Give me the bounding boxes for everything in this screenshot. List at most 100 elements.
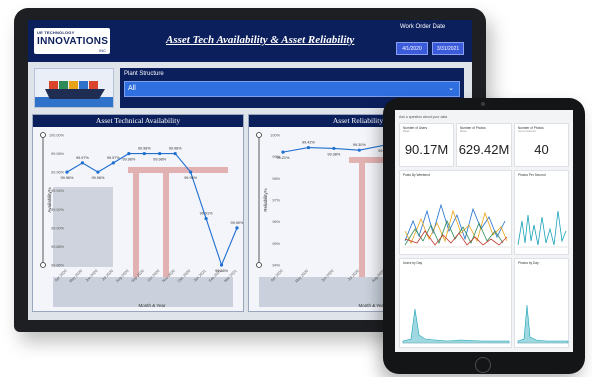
logo-wordmark: INNOVATIONS xyxy=(37,36,109,47)
work-order-date-label: Work Order Date xyxy=(400,24,446,30)
data-point xyxy=(96,170,100,174)
chart-title: Asset Technical Availability xyxy=(33,115,243,127)
y-tick-label: 97% xyxy=(272,199,280,203)
data-label: 99.98% xyxy=(122,158,136,162)
container-icon xyxy=(89,81,98,89)
data-label: 99.42% xyxy=(302,141,316,145)
data-label: 99.96% xyxy=(184,176,198,180)
y-tick-label: 99.92% xyxy=(51,208,65,212)
start-date-field[interactable]: 4/1/2020 xyxy=(396,42,428,55)
visual-title: Posts By Weekend xyxy=(403,173,430,177)
multi-line-chart-graphic xyxy=(403,203,511,248)
y-tick-label: 96% xyxy=(272,220,280,224)
range-slider-handle xyxy=(40,132,46,138)
qna-search-box[interactable]: Ask a question about your data xyxy=(399,113,569,121)
data-label: 99.98% xyxy=(153,158,167,162)
data-label: 99.90% xyxy=(231,221,244,225)
dashboard-title: Asset Tech Availability & Asset Reliabil… xyxy=(166,34,355,46)
y-tick-label: 99.98% xyxy=(51,152,65,156)
kpi-subtitle: Rows xyxy=(403,130,410,133)
device-mockup-stage: UE TECHNOLOGY INNOVATIONS INC Asset Tech… xyxy=(0,0,592,377)
visual-title: Photos Per Second xyxy=(518,173,546,177)
x-tick-label: May 2020 xyxy=(69,269,84,284)
x-tick-label: Jun 2020 xyxy=(321,269,335,283)
dropdown-value: All xyxy=(128,85,136,92)
x-tick-label: Nov 2020 xyxy=(162,269,176,283)
range-slider-handle xyxy=(256,132,262,138)
home-button[interactable] xyxy=(475,357,491,373)
y-tick-label: 94% xyxy=(272,264,280,268)
kpi-subtitle: Rows xyxy=(460,130,467,133)
x-axis-label: Month & Year xyxy=(138,303,166,308)
dashboard-header: UE TECHNOLOGY INNOVATIONS INC Asset Tech… xyxy=(28,20,472,62)
data-label: 99.98% xyxy=(169,147,183,151)
y-axis-label: Availability% xyxy=(47,187,52,212)
y-tick-label: 100.00% xyxy=(49,134,65,138)
x-tick-label: Sep 2020 xyxy=(131,269,145,283)
y-tick-label: 99.88% xyxy=(51,245,65,249)
x-tick-label: Dec 2020 xyxy=(177,269,191,283)
y-tick-label: 99.96% xyxy=(51,171,65,175)
y-tick-label: 99.94% xyxy=(51,189,65,193)
container-icon xyxy=(79,81,88,89)
area-chart-graphic xyxy=(402,308,511,344)
data-point xyxy=(142,151,146,156)
data-point xyxy=(281,150,285,154)
y-tick-label: 95% xyxy=(272,242,280,246)
company-logo: UE TECHNOLOGY INNOVATIONS INC xyxy=(34,28,110,54)
photos-per-second-visual[interactable]: Photos Per Second xyxy=(514,170,569,255)
end-date-field[interactable]: 3/31/2021 xyxy=(432,42,464,55)
kpi-value: 40 xyxy=(534,142,549,157)
data-label: 99.98% xyxy=(138,147,152,151)
data-label: 99.96% xyxy=(61,176,75,180)
x-tick-label: Jan 2021 xyxy=(193,269,207,283)
data-point xyxy=(173,151,177,156)
kpi-card-users[interactable]: Number of Users Rows 90.17M xyxy=(399,123,454,167)
area-chart-graphic xyxy=(517,304,569,344)
range-slider-handle xyxy=(256,262,262,268)
series-line xyxy=(66,153,238,267)
kpi-card-photos-live[interactable]: Number of Photos Live to Account 40 xyxy=(514,123,569,167)
ship-hull-shape xyxy=(45,89,105,99)
data-point xyxy=(219,263,224,267)
data-label: 99.91% xyxy=(200,212,214,216)
data-point xyxy=(306,145,311,150)
users-by-day-visual[interactable]: Users by Day xyxy=(399,258,512,348)
data-point xyxy=(332,146,336,151)
visual-title: Users by Day xyxy=(403,261,423,265)
data-label: 99.21% xyxy=(277,156,291,160)
data-point xyxy=(127,151,131,156)
tablet-frame: Ask a question about your data Number of… xyxy=(383,98,585,374)
container-icon xyxy=(69,81,78,89)
tablet-dashboard-screen: Ask a question about your data Number of… xyxy=(395,110,573,352)
y-axis-label: Reliability% xyxy=(263,188,268,211)
data-point xyxy=(357,148,361,152)
kpi-value: 90.17M xyxy=(404,142,449,157)
container-icon xyxy=(59,81,68,89)
x-tick-label: Oct 2020 xyxy=(147,269,161,283)
posts-by-weekend-visual[interactable]: Posts By Weekend xyxy=(399,170,512,255)
qna-placeholder: Ask a question about your data xyxy=(399,115,448,119)
data-point xyxy=(158,151,162,156)
x-tick-label: Aug 2020 xyxy=(115,269,129,283)
kpi-card-photos[interactable]: Number of Photos Rows 629.42M xyxy=(456,123,512,167)
x-tick-label: Apr 2020 xyxy=(270,269,284,283)
x-axis-label: Month & Year xyxy=(358,303,386,308)
data-label: 99.86% xyxy=(215,269,229,273)
visual-title: Photos by Day xyxy=(518,261,539,265)
plant-structure-dropdown[interactable]: All ⌄ xyxy=(124,81,460,97)
photos-by-day-visual[interactable]: Photos by Day xyxy=(514,258,569,348)
data-label: 99.97% xyxy=(76,156,90,160)
y-tick-label: 98% xyxy=(272,177,280,181)
y-tick-label: 99.86% xyxy=(51,264,65,268)
cargo-ship-image xyxy=(34,68,114,108)
y-tick-label: 100% xyxy=(270,134,280,138)
x-tick-label: Apr 2020 xyxy=(54,269,68,283)
x-tick-label: May 2020 xyxy=(295,269,310,284)
kpi-subtitle: Live to Account xyxy=(518,130,536,133)
container-icon xyxy=(49,81,58,89)
x-tick-label: Jul 2020 xyxy=(101,269,114,282)
range-slider-handle xyxy=(40,262,46,268)
data-label: 99.30% xyxy=(353,143,367,147)
data-point xyxy=(235,226,239,230)
